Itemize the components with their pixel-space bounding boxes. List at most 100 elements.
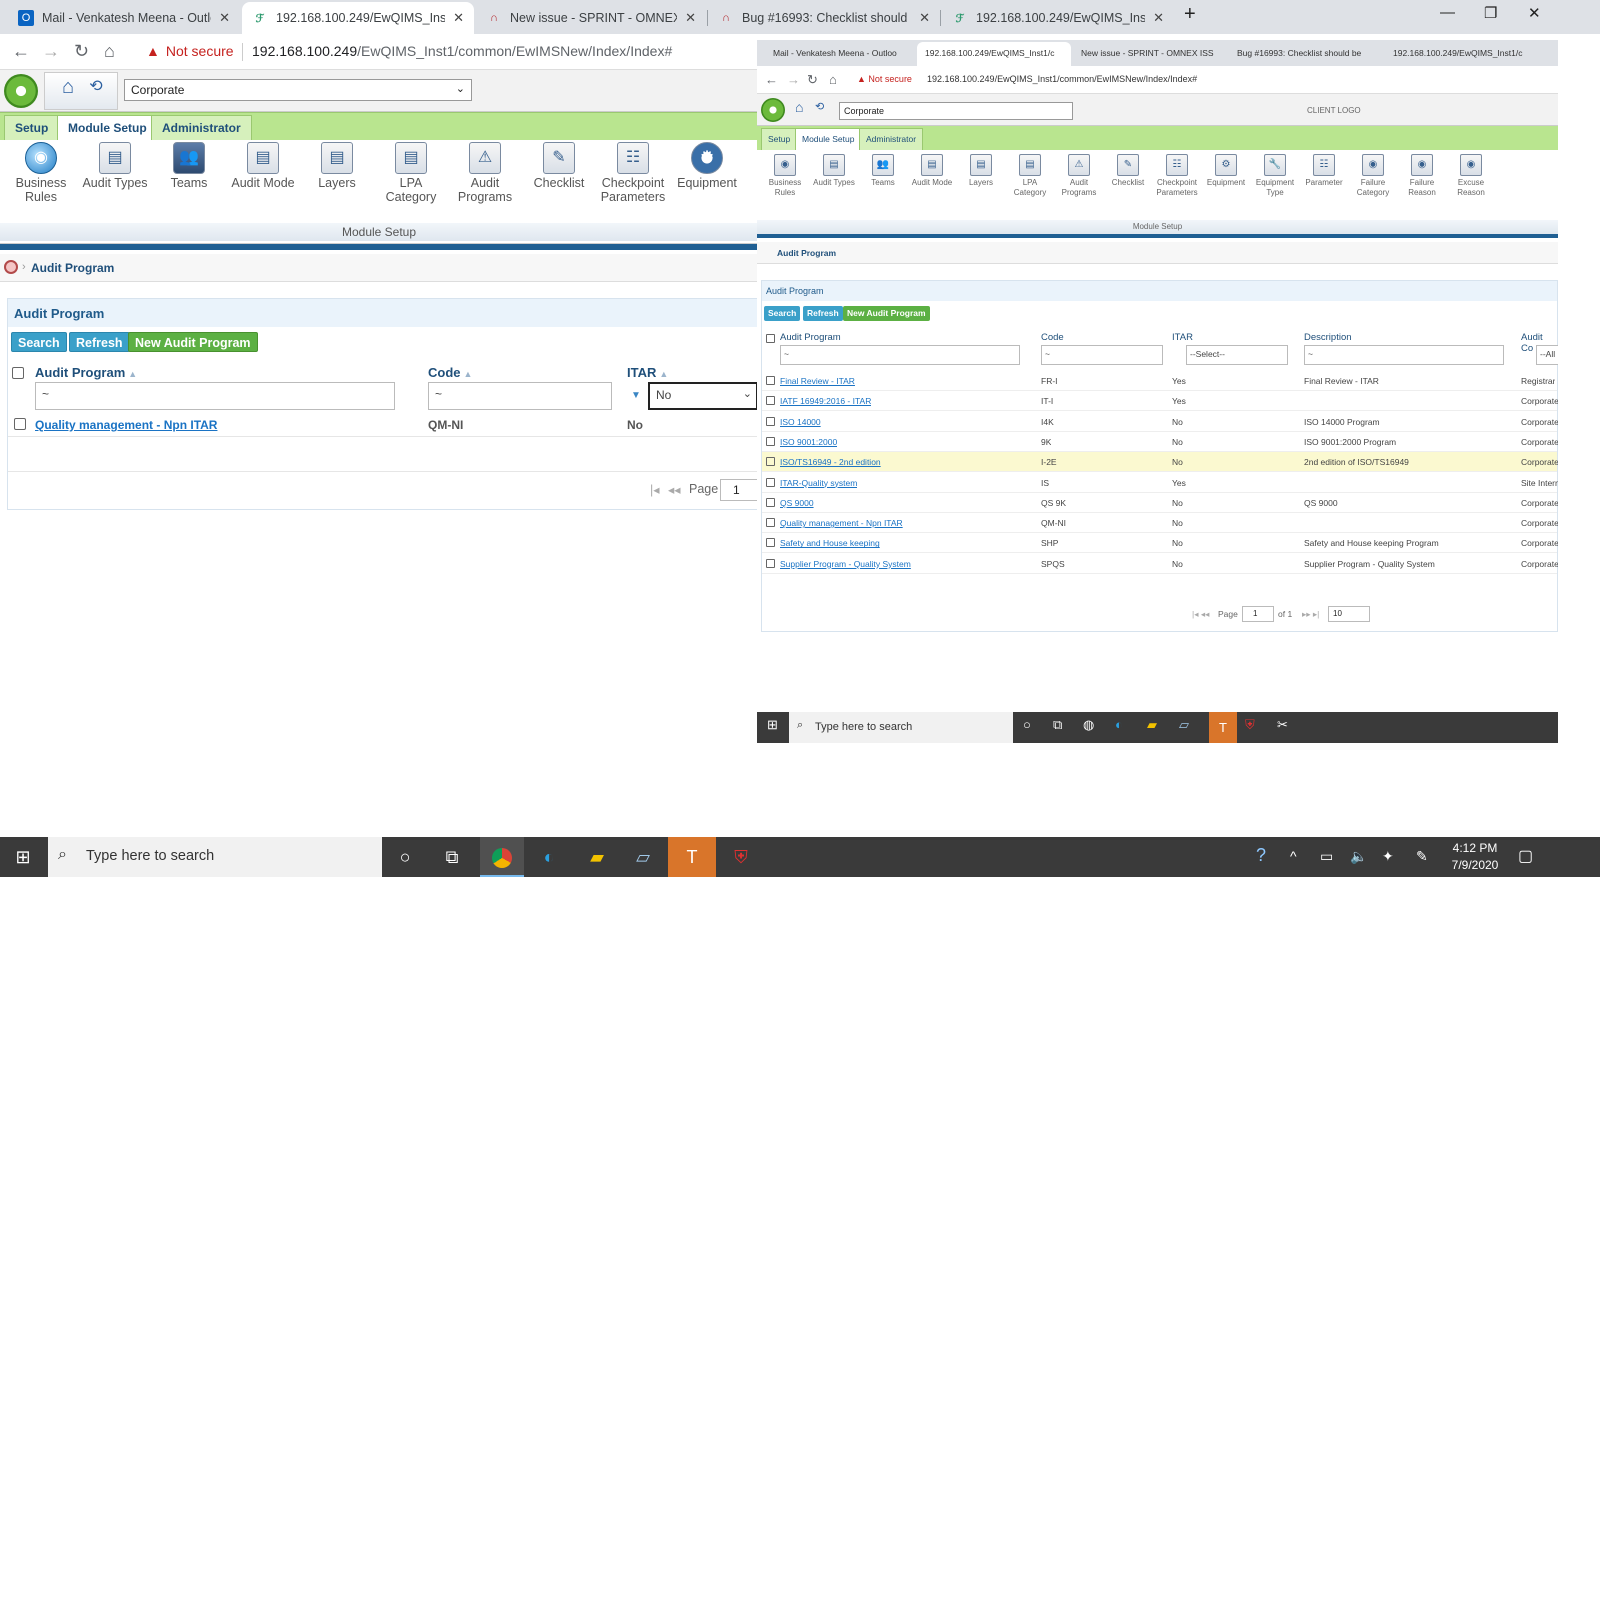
right-tab-mail[interactable]: Mail - Venkatesh Meena - Outloo bbox=[765, 42, 915, 66]
column-header-audit-program[interactable]: Audit Program ▲ bbox=[35, 365, 137, 380]
column-header-description[interactable]: Description bbox=[1304, 332, 1352, 343]
ribbon-audit-programs[interactable]: ⚠ Audit Programs bbox=[448, 142, 522, 204]
close-tab-icon[interactable]: ✕ bbox=[685, 10, 696, 26]
select-all-checkbox[interactable] bbox=[766, 334, 775, 343]
ribbon-equipment[interactable]: ⚙ Equipment bbox=[670, 142, 744, 190]
description-filter-input[interactable]: ~ bbox=[1304, 345, 1504, 365]
ribbon-audit-mode[interactable]: ▤ Audit Mode bbox=[226, 142, 300, 190]
audit-program-link[interactable]: QS 9000 bbox=[780, 498, 814, 508]
file-explorer-icon[interactable]: ▰ bbox=[1147, 717, 1157, 733]
restore-icon[interactable]: ❐ bbox=[1484, 4, 1497, 22]
new-tab-icon[interactable]: + bbox=[1184, 3, 1196, 26]
row-checkbox[interactable] bbox=[766, 518, 775, 528]
ribbon-checkpoint-parameters[interactable]: ☷ Checkpoint Parameters bbox=[1153, 154, 1201, 198]
page-number-input[interactable]: 1 bbox=[1242, 606, 1274, 622]
taskbar-search-input[interactable]: ⌕ Type here to search bbox=[48, 837, 382, 877]
tab-module-setup[interactable]: Module Setup bbox=[57, 115, 158, 141]
file-explorer-icon[interactable]: ▰ bbox=[584, 844, 610, 870]
right-tab-app-2[interactable]: 192.168.100.249/EwQIMS_Inst1/c bbox=[1385, 42, 1539, 66]
ribbon-lpa-category[interactable]: ▤ LPA Category bbox=[374, 142, 448, 204]
home-icon[interactable]: ⌂ bbox=[56, 75, 80, 99]
ribbon-parameter[interactable]: ☷ Parameter bbox=[1300, 154, 1348, 188]
browser-tab-new-issue[interactable]: ∩ New issue - SPRINT - OMNEX ISS ✕ bbox=[476, 2, 706, 34]
tab-administrator[interactable]: Administrator bbox=[859, 128, 924, 150]
cortana-icon[interactable]: ○ bbox=[392, 844, 418, 870]
home-icon[interactable]: ⌂ bbox=[104, 41, 115, 62]
chrome-icon[interactable]: ◍ bbox=[1083, 717, 1094, 733]
column-header-code[interactable]: Code bbox=[1041, 332, 1064, 343]
cortana-icon[interactable]: ○ bbox=[1023, 717, 1031, 732]
chrome-icon[interactable] bbox=[480, 837, 524, 877]
tab-administrator[interactable]: Administrator bbox=[151, 115, 252, 141]
row-checkbox[interactable] bbox=[766, 538, 775, 548]
forward-arrow-icon[interactable]: → bbox=[42, 41, 60, 62]
browser-tab-app-2[interactable]: ℱ 192.168.100.249/EwQIMS_Inst1/c ✕ bbox=[942, 2, 1174, 34]
back-arrow-icon[interactable]: ← bbox=[12, 41, 30, 62]
refresh-icon[interactable]: ⟲ bbox=[84, 75, 108, 99]
ribbon-lpa-category[interactable]: ▤ LPA Category bbox=[1006, 154, 1054, 198]
audit-co-filter-select[interactable]: --All bbox=[1536, 345, 1558, 365]
reload-icon[interactable]: ↻ bbox=[74, 41, 89, 62]
home-icon[interactable]: ⌂ bbox=[829, 72, 837, 87]
organization-select[interactable]: Corporate bbox=[839, 102, 1073, 120]
ribbon-layers[interactable]: ▤ Layers bbox=[957, 154, 1005, 188]
task-view-icon[interactable]: ⧉ bbox=[1053, 717, 1062, 733]
browser-tab-bug[interactable]: ∩ Bug #16993: Checklist should be ✕ bbox=[708, 2, 940, 34]
audit-program-link[interactable]: Final Review - ITAR bbox=[780, 376, 855, 386]
row-checkbox[interactable] bbox=[766, 477, 775, 487]
tab-module-setup[interactable]: Module Setup bbox=[795, 128, 862, 150]
organization-select[interactable]: Corporate ⌄ bbox=[124, 79, 472, 101]
windows-start-icon[interactable]: ⊞ bbox=[767, 717, 778, 733]
notification-icon[interactable]: ▢ bbox=[1518, 846, 1533, 866]
code-filter-input[interactable]: ~ bbox=[428, 382, 612, 410]
system-clock[interactable]: 4:12 PM 7/9/2020 bbox=[1440, 840, 1510, 874]
ribbon-equipment-type[interactable]: 🔧 Equipment Type bbox=[1251, 154, 1299, 198]
battery-icon[interactable]: ▭ bbox=[1320, 848, 1333, 865]
ribbon-failure-reason[interactable]: ◉ Failure Reason bbox=[1398, 154, 1446, 198]
security-shield-icon[interactable]: ⛨ bbox=[1245, 717, 1255, 733]
audit-program-link[interactable]: Quality management - Npn ITAR bbox=[35, 418, 217, 432]
row-checkbox[interactable] bbox=[766, 396, 775, 406]
audit-program-link[interactable]: ISO/TS16949 - 2nd edition bbox=[780, 457, 881, 467]
audit-program-link[interactable]: IATF 16949:2016 - ITAR bbox=[780, 396, 871, 406]
new-audit-program-button[interactable]: New Audit Program bbox=[843, 306, 930, 321]
row-checkbox[interactable] bbox=[766, 457, 775, 467]
security-indicator[interactable]: ▲ Not secure bbox=[146, 43, 234, 59]
row-checkbox[interactable] bbox=[14, 418, 26, 430]
dropbox-icon[interactable]: ✦ bbox=[1382, 848, 1394, 865]
close-tab-icon[interactable]: ✕ bbox=[219, 10, 230, 26]
ribbon-excuse-reason[interactable]: ◉ Excuse Reason bbox=[1447, 154, 1495, 198]
ribbon-checkpoint-parameters[interactable]: ☷ Checkpoint Parameters bbox=[596, 142, 670, 204]
new-audit-program-button[interactable]: New Audit Program bbox=[128, 332, 258, 352]
page-size-select[interactable]: 10 bbox=[1328, 606, 1370, 622]
tab-setup[interactable]: Setup bbox=[4, 115, 60, 141]
prev-page-icon[interactable]: ◂◂ bbox=[668, 482, 681, 497]
prev-page-icon[interactable]: |◂ ◂◂ bbox=[1192, 609, 1209, 620]
audit-program-filter-input[interactable]: ~ bbox=[780, 345, 1020, 365]
ribbon-audit-types[interactable]: ▤ Audit Types bbox=[810, 154, 858, 188]
close-tab-icon[interactable]: ✕ bbox=[1153, 10, 1164, 26]
close-tab-icon[interactable]: ✕ bbox=[453, 10, 464, 26]
windows-start-icon[interactable]: ⊞ bbox=[10, 844, 36, 870]
security-indicator[interactable]: ▲ Not secure bbox=[857, 74, 912, 84]
ribbon-layers[interactable]: ▤ Layers bbox=[300, 142, 374, 190]
volume-icon[interactable]: 🔈 bbox=[1350, 848, 1367, 865]
browser-tab-app-active[interactable]: ℱ 192.168.100.249/EwQIMS_Inst1/c ✕ bbox=[242, 2, 474, 34]
audit-program-link[interactable]: ITAR-Quality system bbox=[780, 478, 857, 488]
ribbon-audit-mode[interactable]: ▤ Audit Mode bbox=[908, 154, 956, 188]
refresh-button[interactable]: Refresh bbox=[803, 306, 843, 321]
edge-icon[interactable]: ◐ bbox=[536, 844, 562, 870]
row-checkbox[interactable] bbox=[766, 436, 775, 446]
audit-program-link[interactable]: ISO 9001:2000 bbox=[780, 437, 837, 447]
ribbon-business-rules[interactable]: ◉ Business Rules bbox=[761, 154, 809, 198]
search-button[interactable]: Search bbox=[11, 332, 67, 352]
reload-icon[interactable]: ↻ bbox=[807, 72, 818, 88]
search-button[interactable]: Search bbox=[764, 306, 801, 321]
ribbon-checklist[interactable]: ✎ Checklist bbox=[522, 142, 596, 190]
audit-program-link[interactable]: Quality management - Npn ITAR bbox=[780, 518, 903, 528]
ribbon-teams[interactable]: 👥 Teams bbox=[859, 154, 907, 188]
home-icon[interactable]: ⌂ bbox=[795, 99, 803, 115]
ribbon-business-rules[interactable]: ◉ Business Rules bbox=[4, 142, 78, 204]
refresh-button[interactable]: Refresh bbox=[69, 332, 130, 352]
ribbon-checklist[interactable]: ✎ Checklist bbox=[1104, 154, 1152, 188]
